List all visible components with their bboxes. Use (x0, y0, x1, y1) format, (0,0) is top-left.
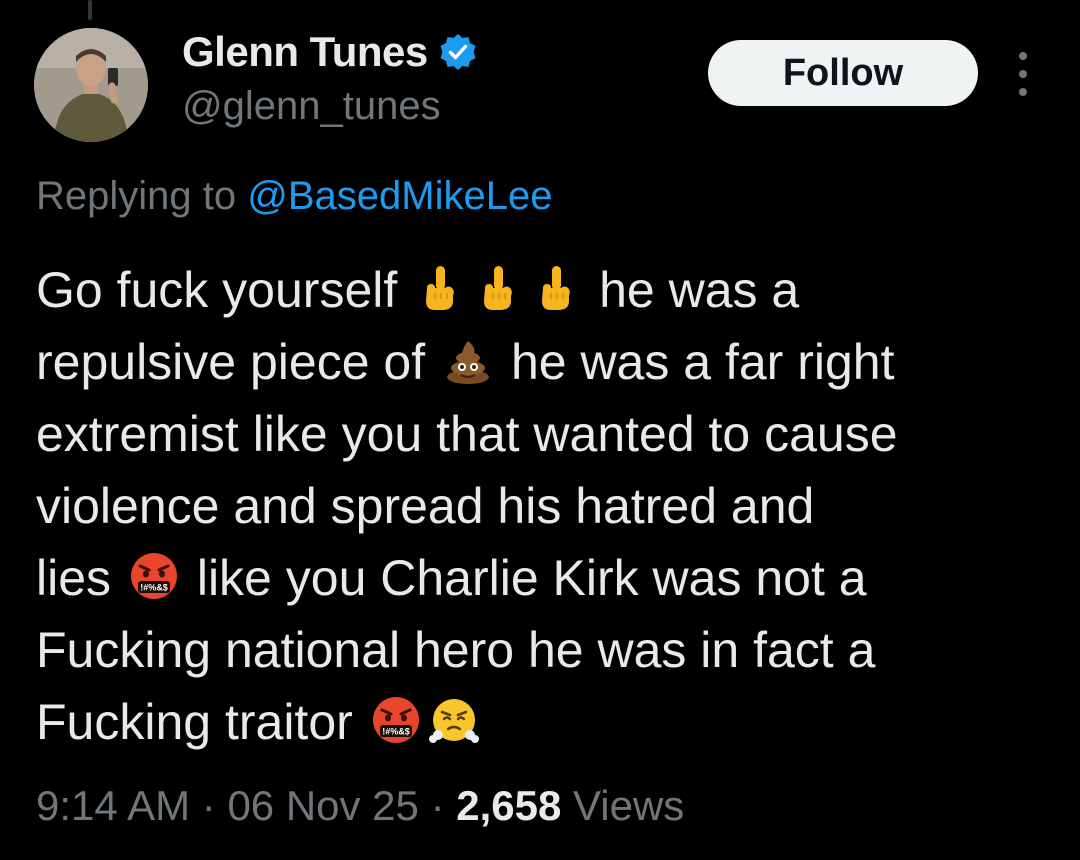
reply-mention-link[interactable]: @BasedMikeLee (247, 174, 552, 218)
avatar[interactable] (34, 28, 148, 142)
display-name[interactable]: Glenn Tunes (182, 28, 428, 76)
tweet-time[interactable]: 9:14 AM (36, 782, 190, 829)
middle-finger-emoji-icon (415, 263, 465, 313)
tweet-text-segment: Go fuck yourself (36, 262, 398, 318)
avatar-image (34, 28, 148, 142)
symbols-on-mouth-emoji-icon (129, 551, 179, 601)
middle-finger-emoji-icon (473, 263, 523, 313)
verified-badge-icon[interactable] (438, 32, 478, 72)
replying-to: Replying to @BasedMikeLee (36, 174, 552, 219)
author-handle[interactable]: @glenn_tunes (182, 84, 441, 129)
middle-finger-emoji-icon (531, 263, 581, 313)
meta-separator: · (190, 782, 228, 829)
tweet-line: Fucking traitor (36, 686, 1056, 758)
thread-line (88, 0, 92, 20)
author-name-row[interactable]: Glenn Tunes (182, 26, 478, 78)
tweet-text-segment: like you Charlie Kirk was not a (196, 550, 867, 606)
tweet-text-segment: Fucking traitor (36, 694, 353, 750)
tweet-line: Fucking national hero he was in fact a (36, 622, 876, 678)
tweet-line: lies like you Charlie Kirk was not a (36, 542, 1056, 614)
follow-button[interactable]: Follow (708, 40, 978, 106)
steam-from-nose-emoji-icon (429, 695, 479, 745)
tweet-line: extremist like you that wanted to cause (36, 406, 898, 462)
tweet-text-segment: he was a far right (510, 334, 895, 390)
more-options-icon[interactable] (1008, 52, 1038, 96)
replying-prefix: Replying to (36, 174, 248, 218)
views-count: 2,658 (456, 782, 562, 829)
tweet-line: violence and spread his hatred and (36, 478, 815, 534)
tweet-line: Go fuck yourself he was a (36, 254, 1056, 326)
tweet-line: repulsive piece of he was a far right (36, 326, 1056, 398)
tweet-text-segment: he was a (599, 262, 800, 318)
more-dot (1019, 88, 1027, 96)
tweet-meta: 9:14 AM · 06 Nov 25 · 2,658 Views (36, 782, 684, 830)
more-dot (1019, 70, 1027, 78)
tweet-date[interactable]: 06 Nov 25 (227, 782, 418, 829)
tweet-text-segment: lies (36, 550, 112, 606)
meta-separator: · (418, 782, 457, 829)
more-dot (1019, 52, 1027, 60)
pile-of-poo-emoji-icon (443, 335, 493, 385)
tweet-text-segment: repulsive piece of (36, 334, 426, 390)
views-label: Views (561, 782, 685, 829)
symbols-on-mouth-emoji-icon (371, 695, 421, 745)
tweet-text: Go fuck yourself he was a repulsive piec… (36, 254, 1056, 758)
